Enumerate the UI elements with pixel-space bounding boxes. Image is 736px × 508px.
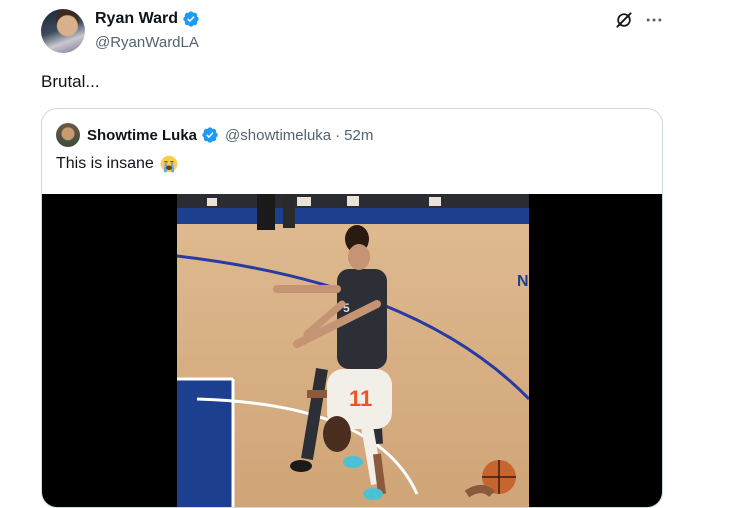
- author-handle[interactable]: @RyanWardLA: [95, 34, 199, 51]
- quoted-post-text: This is insane: [56, 155, 154, 172]
- more-options-icon[interactable]: [644, 10, 664, 30]
- post-text: Brutal...: [41, 72, 100, 91]
- video-frame[interactable]: N 5 11: [177, 194, 529, 507]
- quoted-post-time[interactable]: 52m: [344, 127, 373, 144]
- quoted-post-card[interactable]: Showtime Luka @showtimeluka · 52m This i…: [41, 108, 663, 508]
- quoted-post-header: Showtime Luka @showtimeluka · 52m: [87, 126, 373, 144]
- separator-dot: ·: [335, 126, 341, 144]
- quoted-author-handle[interactable]: @showtimeluka: [225, 127, 331, 144]
- quoted-author-name[interactable]: Showtime Luka: [87, 127, 197, 144]
- svg-text:11: 11: [349, 386, 372, 411]
- verified-badge-icon: [202, 127, 218, 143]
- video-player[interactable]: N 5 11: [42, 194, 662, 507]
- author-display-name[interactable]: Ryan Ward: [95, 10, 178, 28]
- author-row: Ryan Ward: [95, 10, 200, 28]
- loudly-crying-face-emoji: [160, 155, 178, 173]
- author-avatar[interactable]: [41, 9, 85, 53]
- quoted-author-avatar[interactable]: [56, 123, 80, 147]
- svg-text:N: N: [517, 273, 529, 290]
- verified-badge-icon[interactable]: [182, 10, 200, 28]
- quoted-post-text-row: This is insane: [56, 155, 178, 173]
- grok-icon[interactable]: [614, 10, 634, 30]
- video-still: N 5 11: [177, 194, 529, 507]
